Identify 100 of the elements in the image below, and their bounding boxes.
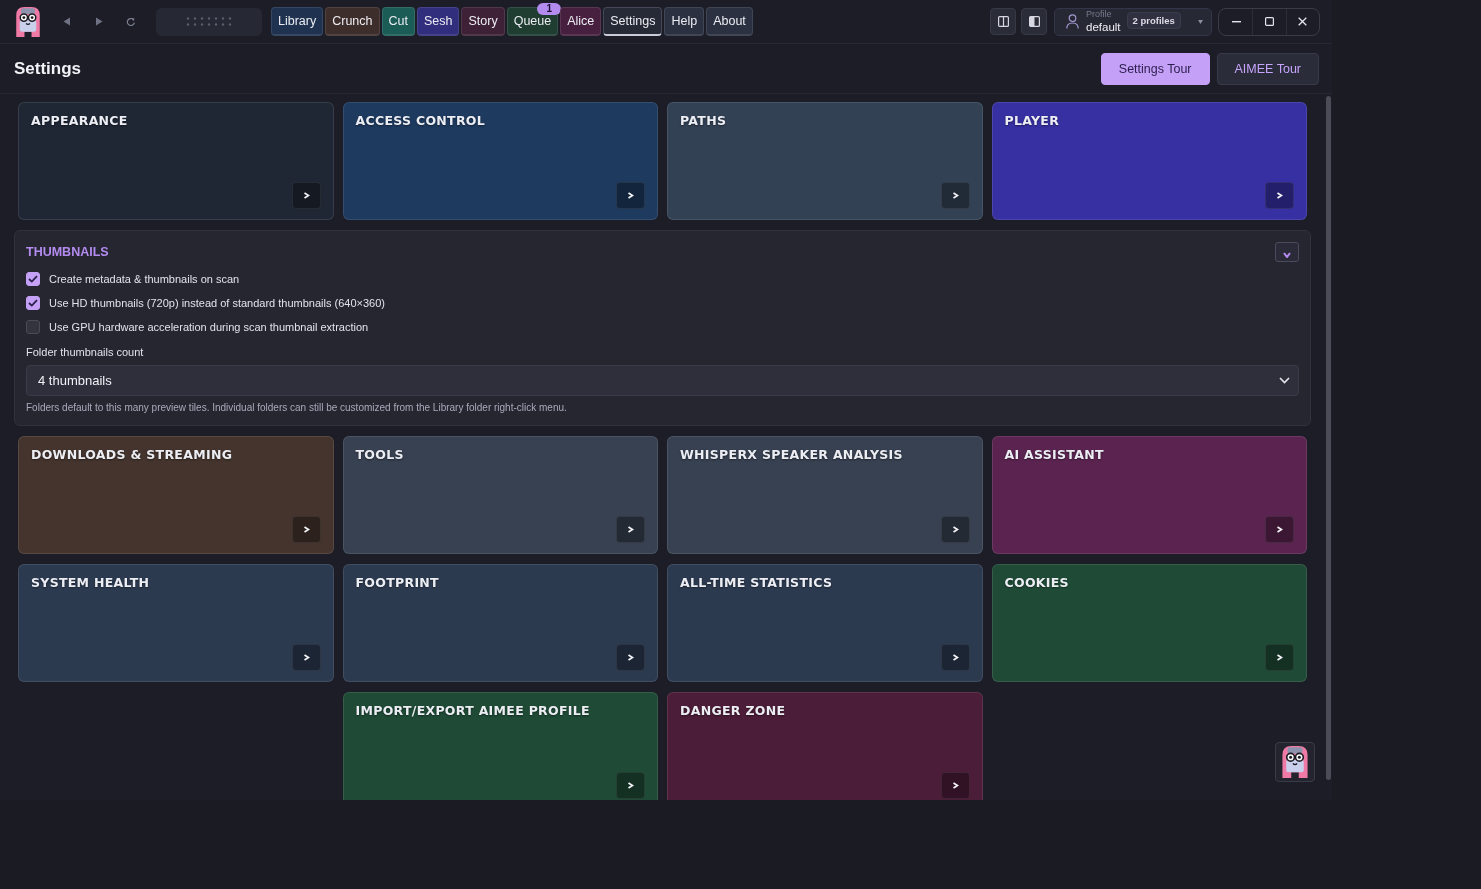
select-field[interactable]: 4 thumbnails <box>26 365 1299 396</box>
count-badge: 1 <box>537 3 562 15</box>
open-button[interactable] <box>291 644 321 671</box>
checkbox[interactable] <box>26 320 40 334</box>
card-title: WHISPERX SPEAKER ANALYSIS <box>680 447 903 462</box>
card-title: SYSTEM HEALTH <box>31 575 150 590</box>
back-icon[interactable] <box>63 17 71 26</box>
settings-card[interactable]: PLAYER <box>991 102 1307 220</box>
minimize-icon[interactable] <box>1231 20 1241 23</box>
maximize-icon[interactable] <box>1265 17 1274 26</box>
forward-icon[interactable] <box>95 17 103 26</box>
sidebar-icon <box>1028 16 1040 27</box>
profile-count-badge: 2 profiles <box>1126 11 1181 29</box>
open-button[interactable] <box>940 772 970 799</box>
checkbox[interactable] <box>26 296 40 310</box>
mascot-icon <box>1282 746 1308 778</box>
settings-card[interactable]: WHISPERX SPEAKER ANALYSIS <box>667 436 983 554</box>
settings-card[interactable]: FOOTPRINT <box>342 564 658 682</box>
nav-tab[interactable]: Sesh <box>416 7 460 36</box>
panel-title: THUMBNAILS <box>26 245 109 259</box>
settings-card[interactable]: SYSTEM HEALTH <box>18 564 334 682</box>
card-title: TOOLS <box>355 447 404 462</box>
chevron-right-icon <box>1276 654 1283 661</box>
settings-card[interactable]: ALL-TIME STATISTICS <box>667 564 983 682</box>
chevron-right-icon <box>627 526 634 533</box>
settings-card[interactable]: DANGER ZONE <box>667 692 983 800</box>
card-title: FOOTPRINT <box>355 575 439 590</box>
checkbox-label: Use HD thumbnails (720p) instead of standard thumbnails (640×360) <box>49 297 385 309</box>
card-title: APPEARANCE <box>31 113 128 128</box>
open-button[interactable] <box>940 516 970 543</box>
nav-tab[interactable]: Story <box>461 7 505 36</box>
check-icon <box>28 275 38 283</box>
checkbox-label: Create metadata & thumbnails on scan <box>49 273 240 285</box>
checkbox[interactable] <box>26 272 40 286</box>
profile-selector[interactable]: Profile default 2 profiles <box>1054 7 1212 36</box>
nav-tab[interactable]: Cut <box>381 7 415 36</box>
card-title: AI ASSISTANT <box>1004 447 1104 462</box>
columns-icon <box>997 16 1009 27</box>
page-title: Settings <box>14 58 82 79</box>
chevron-right-icon <box>951 526 959 533</box>
scrollbar[interactable] <box>1326 96 1331 780</box>
user-icon <box>1066 14 1079 29</box>
help-text: Folders default to this many preview tiles. Individual folders can still be customized from the Library folder right-click menu. <box>26 402 567 413</box>
nav-tab[interactable]: Crunch <box>325 7 380 36</box>
open-button[interactable] <box>291 516 321 543</box>
collapse-button[interactable] <box>1275 242 1299 262</box>
checkbox-label: Use GPU hardware acceleration during scan thumbnail extraction <box>49 321 369 333</box>
nav-tab[interactable]: Settings <box>603 7 663 36</box>
caret-icon <box>1198 19 1203 24</box>
nav-tab[interactable]: Help <box>664 7 705 36</box>
tour-button[interactable]: Settings Tour <box>1100 52 1210 85</box>
profile-name: default <box>1086 21 1121 34</box>
card-title: PLAYER <box>1004 113 1060 128</box>
dots-icon <box>186 17 232 26</box>
mascot-icon <box>16 6 40 37</box>
open-button[interactable] <box>1265 182 1294 209</box>
panel-toggle-button[interactable] <box>1021 8 1047 35</box>
nav-tab[interactable]: Alice <box>560 7 602 36</box>
settings-card[interactable]: AI ASSISTANT <box>991 436 1307 554</box>
settings-card[interactable]: PATHS <box>667 102 983 220</box>
chevron-right-icon <box>951 654 959 661</box>
open-button[interactable] <box>1265 516 1294 543</box>
check-icon <box>28 299 38 307</box>
open-button[interactable] <box>940 644 970 671</box>
card-title: DANGER ZONE <box>680 703 786 718</box>
nav-tab[interactable]: Library <box>271 7 324 36</box>
open-button[interactable] <box>940 182 970 209</box>
chevron-right-icon <box>951 192 959 199</box>
chevron-right-icon <box>1276 526 1283 533</box>
open-button[interactable] <box>291 182 321 209</box>
field-label: Folder thumbnails count <box>26 346 144 358</box>
close-icon[interactable] <box>1298 17 1308 26</box>
chevron-right-icon <box>627 782 634 789</box>
open-button[interactable] <box>616 644 645 671</box>
card-title: PATHS <box>680 113 727 128</box>
chevron-down-icon <box>1279 377 1290 384</box>
assistant-button[interactable] <box>1275 742 1315 782</box>
card-title: IMPORT/EXPORT AIMEE PROFILE <box>355 703 590 718</box>
chevron-right-icon <box>1276 192 1283 199</box>
profile-label: Profile <box>1086 9 1113 19</box>
settings-card[interactable]: TOOLS <box>342 436 658 554</box>
settings-card[interactable]: COOKIES <box>991 564 1307 682</box>
open-button[interactable] <box>616 182 645 209</box>
settings-card[interactable]: DOWNLOADS & STREAMING <box>18 436 334 554</box>
open-button[interactable] <box>1265 644 1294 671</box>
open-button[interactable] <box>616 516 645 543</box>
nav-tab[interactable]: About <box>706 7 753 36</box>
card-title: COOKIES <box>1004 575 1069 590</box>
settings-card[interactable]: ACCESS CONTROL <box>342 102 658 220</box>
settings-card[interactable]: IMPORT/EXPORT AIMEE PROFILE <box>342 692 658 800</box>
card-title: ACCESS CONTROL <box>355 113 486 128</box>
refresh-icon[interactable] <box>126 16 136 27</box>
columns-toggle-button[interactable] <box>990 8 1016 35</box>
settings-card[interactable]: APPEARANCE <box>18 102 334 220</box>
chevron-right-icon <box>627 192 634 199</box>
chevron-right-icon <box>302 654 310 661</box>
tour-button[interactable]: AIMEE Tour <box>1216 52 1319 85</box>
open-button[interactable] <box>616 772 645 799</box>
chevron-right-icon <box>302 192 310 199</box>
card-title: ALL-TIME STATISTICS <box>680 575 833 590</box>
